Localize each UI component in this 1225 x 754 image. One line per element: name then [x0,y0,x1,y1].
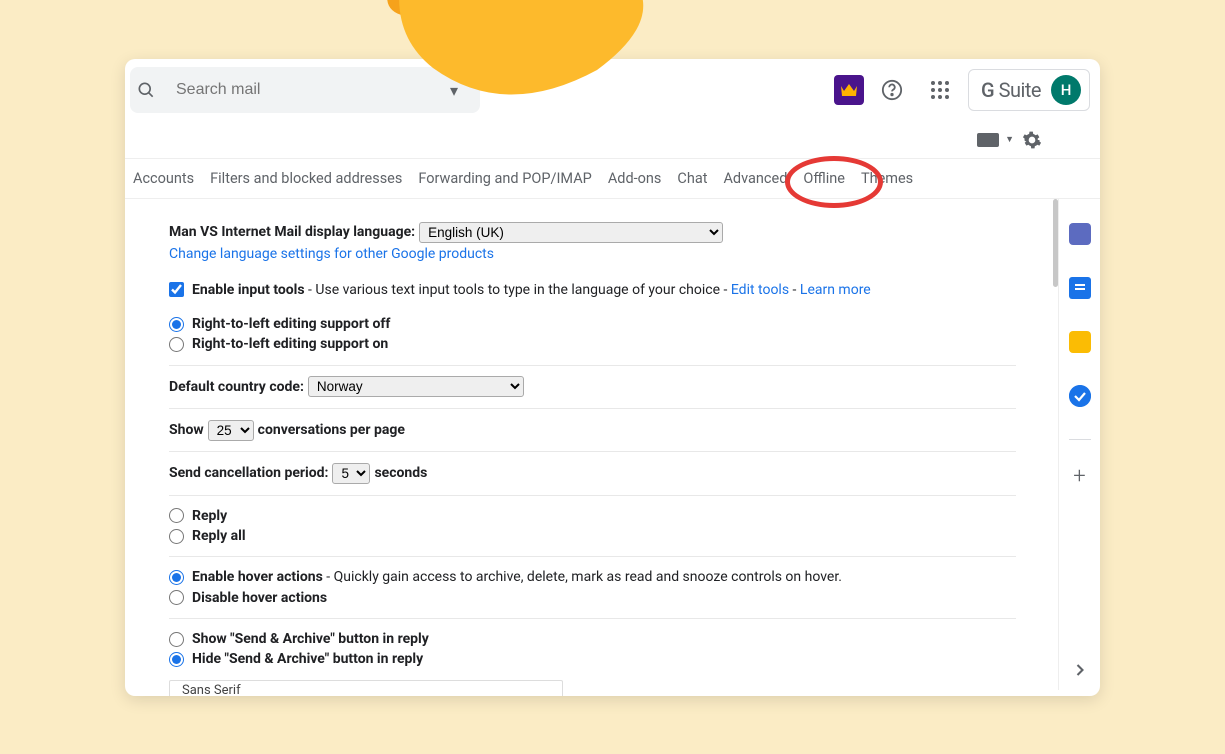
search-options-dropdown[interactable]: ▾ [434,81,474,100]
search-bar[interactable]: ▾ [130,67,480,113]
enable-input-tools-checkbox[interactable] [169,282,184,297]
country-code-label: Default country code: [169,376,304,398]
gsuite-label: G Suite [981,78,1041,102]
tab-offline[interactable]: Offline [803,170,845,187]
language-select[interactable]: English (UK) [419,222,723,243]
sidepanel-calendar-icon[interactable] [1069,223,1091,245]
tab-filters[interactable]: Filters and blocked addresses [210,170,402,187]
tab-advanced[interactable]: Advanced [723,170,787,187]
hover-enable-radio[interactable] [169,570,184,585]
reply-label: Reply [192,508,227,524]
hover-enable-label: Enable hover actions - Quickly gain acce… [192,567,842,587]
chevron-down-icon[interactable]: ▼ [1005,134,1014,145]
sidepanel-add-button[interactable]: + [1073,464,1085,489]
send-archive-hide-radio[interactable] [169,652,184,667]
send-cancel-select[interactable]: 5 [332,463,370,484]
send-cancel-label: Send cancellation period: [169,462,328,484]
tab-chat[interactable]: Chat [677,170,707,187]
search-input[interactable] [176,81,434,99]
change-language-link[interactable]: Change language settings for other Googl… [169,243,494,265]
gear-icon[interactable] [1018,126,1046,154]
page-size-show-label: Show [169,419,204,441]
tab-forwarding[interactable]: Forwarding and POP/IMAP [418,170,591,187]
settings-tabs: Accounts Filters and blocked addresses F… [125,159,1100,199]
font-family-label[interactable]: Sans Serif [182,683,241,696]
sidepanel-app2-icon[interactable] [1069,277,1091,299]
side-panel: + [1058,199,1100,690]
reply-all-label: Reply all [192,528,246,544]
settings-content: Man VS Internet Mail display language: E… [125,199,1056,690]
sub-toolbar: ▼ [125,121,1100,159]
seconds-label: seconds [374,462,427,484]
page-size-select[interactable]: 25 [208,420,254,441]
hover-disable-label: Disable hover actions [192,590,327,606]
search-icon [136,80,176,100]
keyboard-icon[interactable] [977,133,999,147]
language-label: Man VS Internet Mail display language: [169,221,415,243]
edit-tools-link[interactable]: Edit tools [731,282,789,298]
rtl-on-label: Right-to-left editing support on [192,336,388,352]
page-size-suffix-label: conversations per page [258,419,405,441]
avatar[interactable]: H [1051,75,1081,105]
help-icon[interactable] [872,70,912,110]
tab-accounts[interactable]: Accounts [133,170,194,187]
compose-toolbar-peek: Sans Serif [169,680,563,696]
crown-badge-icon[interactable] [834,75,864,105]
enable-input-tools-label: Enable input tools - Use various text in… [192,280,871,300]
app-window: ▾ G Suite H ▼ Accounts Filters and block… [125,59,1100,696]
reply-all-radio[interactable] [169,529,184,544]
rtl-on-radio[interactable] [169,337,184,352]
send-archive-show-label: Show "Send & Archive" button in reply [192,631,429,647]
gsuite-account-box[interactable]: G Suite H [968,69,1090,111]
tab-addons[interactable]: Add-ons [608,170,662,187]
send-archive-show-radio[interactable] [169,632,184,647]
country-code-select[interactable]: Norway [308,376,524,397]
rtl-off-label: Right-to-left editing support off [192,316,390,332]
learn-more-link[interactable]: Learn more [800,282,871,298]
rtl-off-radio[interactable] [169,317,184,332]
reply-radio[interactable] [169,508,184,523]
header: ▾ G Suite H [125,59,1100,121]
sidepanel-collapse-chevron-icon[interactable] [1070,660,1090,680]
sidepanel-keep-icon[interactable] [1069,331,1091,353]
apps-grid-icon[interactable] [920,70,960,110]
send-archive-hide-label: Hide "Send & Archive" button in reply [192,651,423,667]
sidepanel-divider [1069,439,1091,440]
hover-disable-radio[interactable] [169,590,184,605]
tab-themes[interactable]: Themes [861,170,913,187]
sidepanel-tasks-icon[interactable] [1069,385,1091,407]
